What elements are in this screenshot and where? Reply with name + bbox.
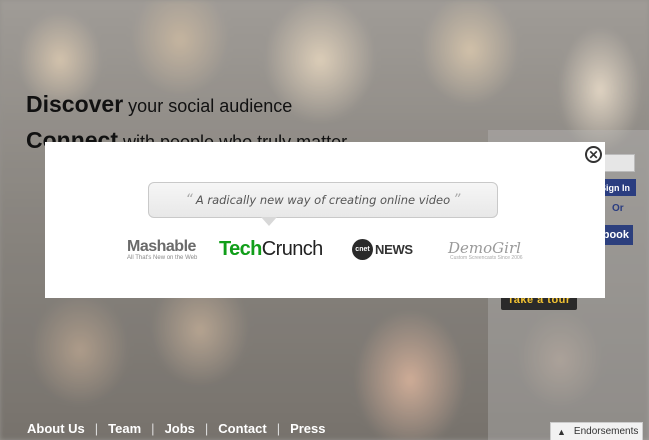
footer-link-press[interactable]: Press — [290, 421, 325, 436]
footer-nav: About Us | Team | Jobs | Contact | Press — [27, 421, 326, 436]
footer-separator: | — [276, 421, 281, 436]
close-quote-icon: ” — [453, 192, 461, 208]
techcrunch-logo-tech: Tech — [219, 238, 262, 260]
cnet-news-logo[interactable]: cnet NEWS — [352, 239, 413, 260]
cnet-logo-news: NEWS — [375, 242, 413, 257]
hero-line1-rest: your social audience — [123, 96, 293, 116]
quote-bubble: “ A radically new way of creating online… — [148, 182, 498, 218]
mashable-logo-sub: All That's New on the Web — [127, 255, 198, 261]
mashable-logo[interactable]: Mashable All That's New on the Web — [127, 238, 197, 261]
techcrunch-logo-crunch: Crunch — [261, 238, 323, 260]
endorsements-label: Endorsements — [573, 426, 639, 437]
cnet-logo-mark: cnet — [352, 239, 373, 260]
mashable-logo-name: Mashable — [127, 238, 196, 255]
footer-separator: | — [94, 421, 99, 436]
demogirl-logo-sub: Custom Screencasts Since 2006 — [450, 255, 523, 261]
quote-pointer — [261, 217, 277, 226]
endorsements-tab[interactable]: ▲ Endorsements — [550, 422, 643, 440]
footer-link-contact[interactable]: Contact — [218, 421, 266, 436]
caret-up-icon: ▲ — [557, 426, 566, 437]
footer-link-jobs[interactable]: Jobs — [165, 421, 195, 436]
open-quote-icon: “ — [185, 192, 193, 208]
footer-separator: | — [204, 421, 209, 436]
demogirl-logo[interactable]: DemoGirl Custom Screencasts Since 2006 — [448, 239, 523, 261]
footer-link-about[interactable]: About Us — [27, 421, 85, 436]
press-modal: ✕ “ A radically new way of creating onli… — [45, 142, 605, 298]
footer-link-team[interactable]: Team — [108, 421, 141, 436]
hero-line-discover: Discover your social audience — [26, 91, 292, 118]
techcrunch-logo[interactable]: TechCrunch — [219, 238, 323, 261]
or-label: Or — [612, 203, 624, 214]
close-icon[interactable]: ✕ — [585, 146, 602, 163]
footer-separator: | — [151, 421, 155, 436]
hero-line1-bold: Discover — [26, 91, 124, 117]
quote-text: A radically new way of creating online v… — [195, 193, 451, 207]
